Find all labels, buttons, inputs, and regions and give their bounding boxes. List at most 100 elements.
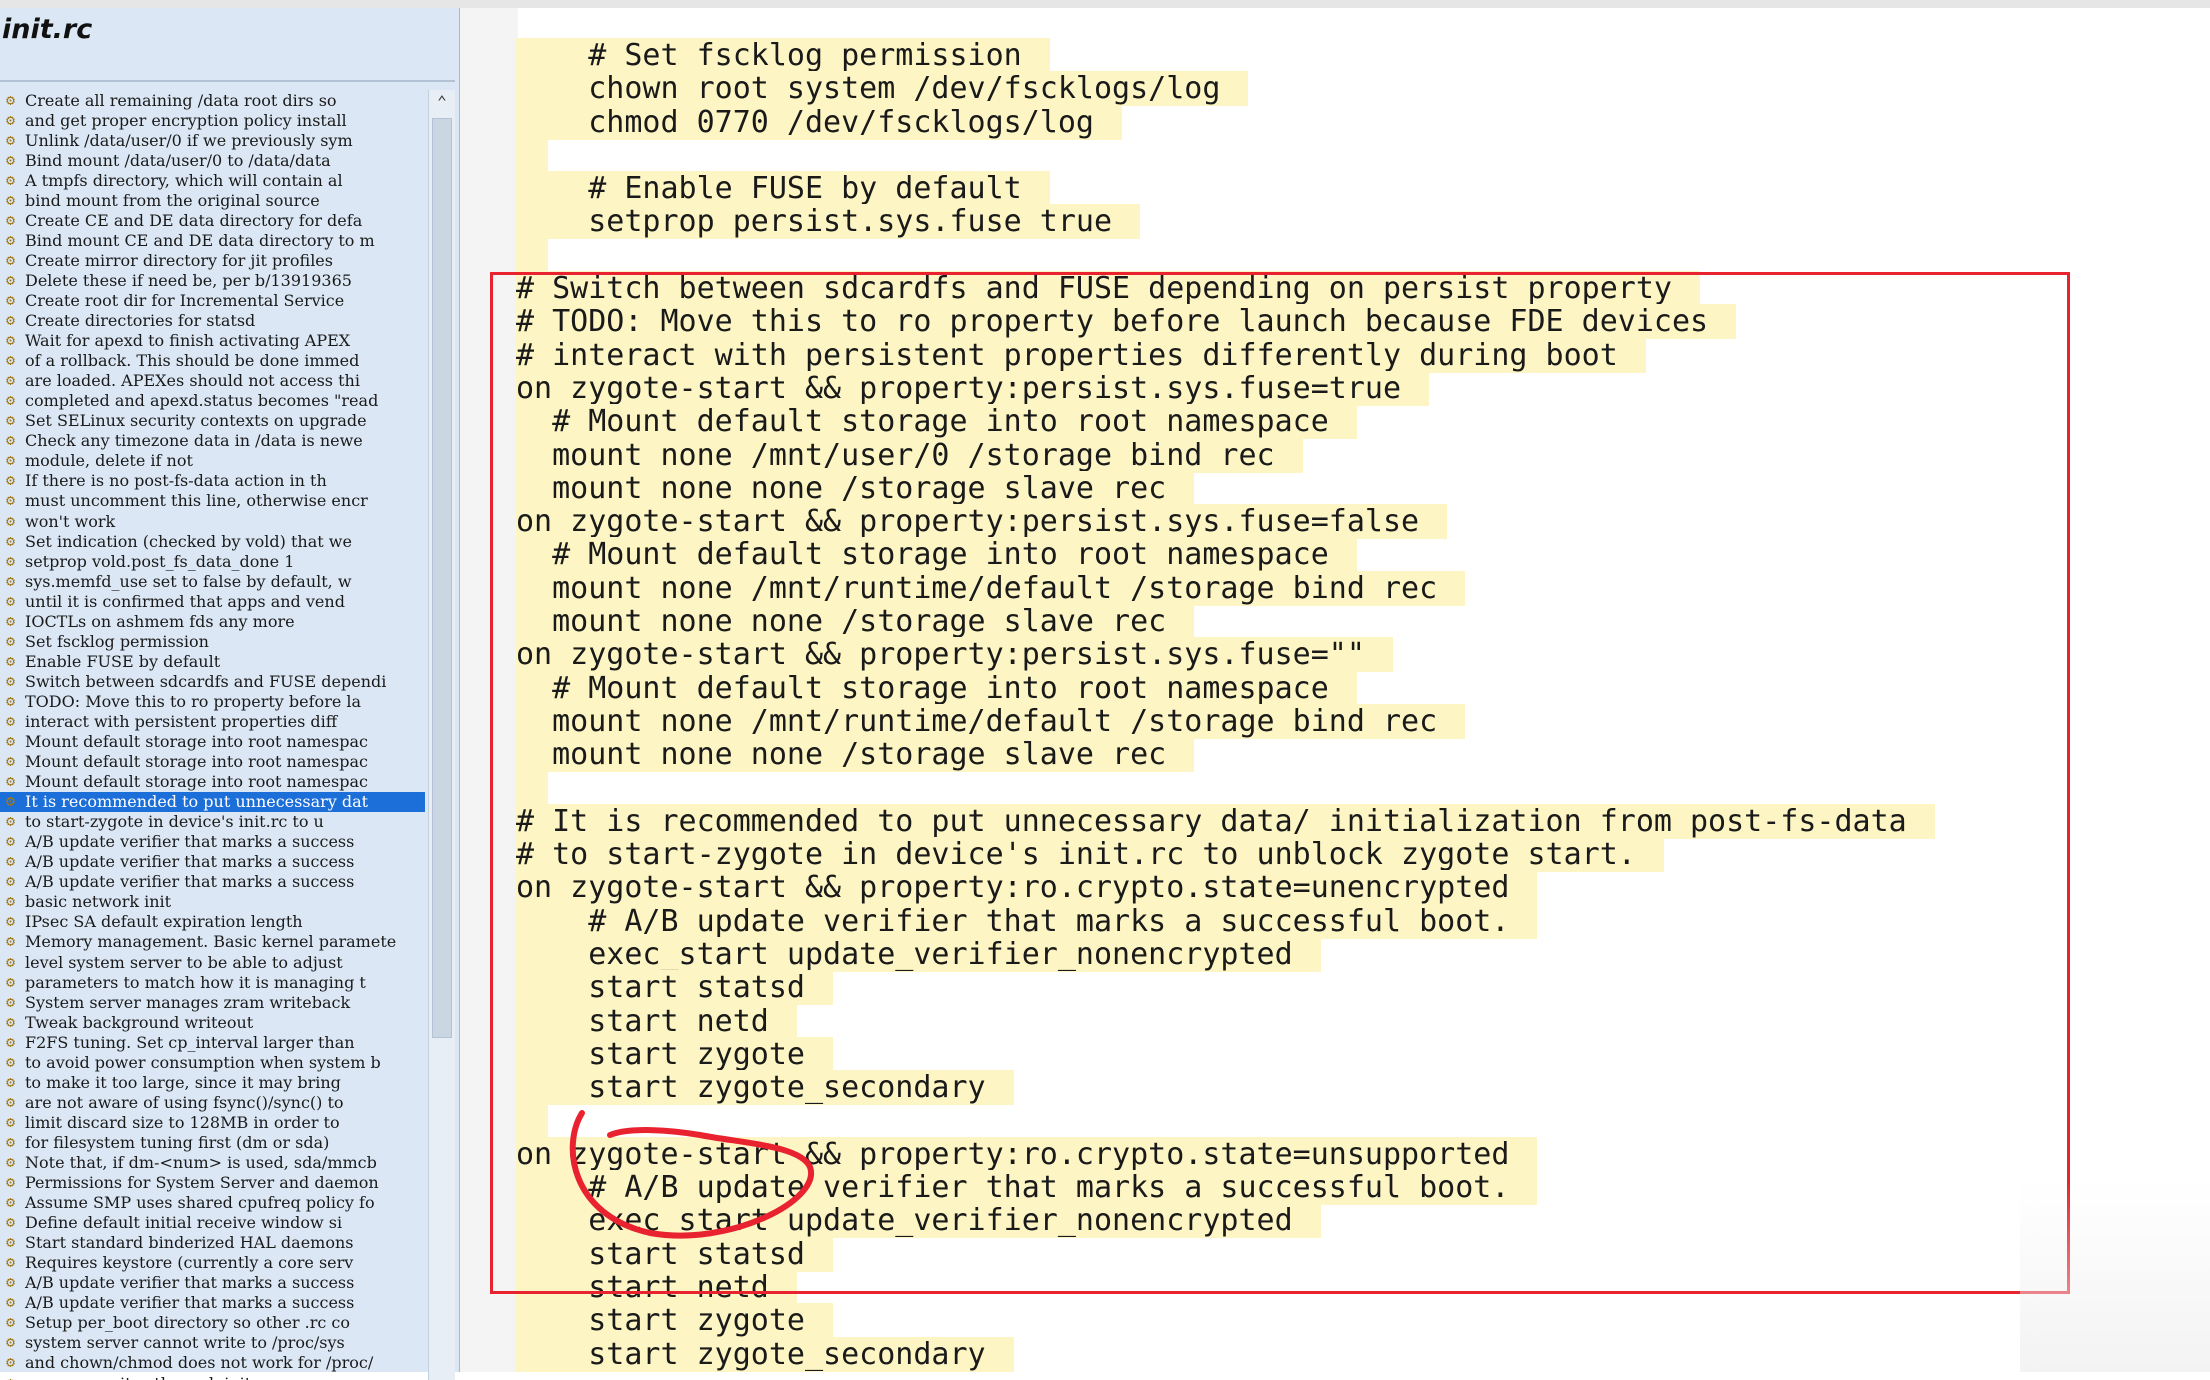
outline-item[interactable]: ⚙ limit discard size to 128MB in order to xyxy=(0,1112,425,1132)
outline-item[interactable]: ⚙ TODO: Move this to ro property before l… xyxy=(0,691,425,711)
code-line[interactable] xyxy=(516,238,2210,273)
code-line[interactable]: # Enable FUSE by default xyxy=(516,171,2210,207)
outline-item[interactable]: ⚙ to start-zygote in device's init.rc to … xyxy=(0,812,425,832)
gear-icon: ⚙ xyxy=(5,110,16,129)
outline-item-label: sys.memfd_use set to false by default, w xyxy=(25,571,352,591)
outline-item[interactable]: ⚙ Set fscklog permission xyxy=(0,631,425,651)
code-line[interactable]: chown root system /dev/fscklogs/log xyxy=(516,71,2210,107)
outline-item[interactable]: ⚙ A/B update verifier that marks a succes… xyxy=(0,1273,425,1293)
outline-item-label: Enable FUSE by default xyxy=(25,651,221,671)
outline-scrollbar[interactable]: ⌃ xyxy=(428,90,455,1380)
outline-item[interactable]: ⚙ Set indication (checked by vold) that w… xyxy=(0,531,425,551)
outline-item[interactable]: ⚙ If there is no post-fs-data action in t… xyxy=(0,471,425,491)
outline-item[interactable]: ⚙ IPsec SA default expiration length xyxy=(0,912,425,932)
gear-icon: ⚙ xyxy=(5,972,16,991)
code-line[interactable] xyxy=(516,138,2210,173)
code-line[interactable]: chmod 0770 /dev/fscklogs/log xyxy=(516,104,2210,140)
outline-item[interactable]: ⚙ Memory management. Basic kernel paramet… xyxy=(0,932,425,952)
outline-item[interactable]: ⚙ Delete these if need be, per b/13919365 xyxy=(0,270,425,290)
gear-icon: ⚙ xyxy=(5,290,16,309)
outline-item[interactable]: ⚙ to make it too large, since it may brin… xyxy=(0,1072,425,1092)
gear-icon: ⚙ xyxy=(5,1052,16,1071)
outline-item[interactable]: ⚙ Start standard binderized HAL daemons xyxy=(0,1233,425,1253)
outline-item[interactable]: ⚙ to avoid power consumption when system … xyxy=(0,1052,425,1072)
outline-item[interactable]: ⚙ for filesystem tuning first (dm or sda) xyxy=(0,1132,425,1152)
outline-item-label: Requires keystore (currently a core serv xyxy=(25,1253,354,1273)
outline-item[interactable]: ⚙ Bind mount /data/user/0 to /data/data xyxy=(0,150,425,170)
outline-item[interactable]: ⚙ Mount default storage into root namespa… xyxy=(0,772,425,792)
outline-item[interactable]: ⚙ A/B update verifier that marks a succes… xyxy=(0,852,425,872)
outline-item[interactable]: ⚙ level system server to be able to adjus… xyxy=(0,952,425,972)
outline-item[interactable]: ⚙ Tweak background writeout xyxy=(0,1012,425,1032)
outline-item[interactable]: ⚙ are loaded. APEXes should not access th… xyxy=(0,371,425,391)
code-line-text: start zygote xyxy=(516,1303,833,1339)
annotation-circle xyxy=(569,1110,815,1239)
outline-item[interactable]: ⚙ Unlink /data/user/0 if we previously sy… xyxy=(0,130,425,150)
outline-item[interactable]: ⚙ won't work xyxy=(0,511,425,531)
outline-item[interactable]: ⚙ interact with persistent properties dif… xyxy=(0,711,425,731)
outline-item-label: must uncomment this line, otherwise encr xyxy=(25,491,368,511)
outline-item-label: A tmpfs directory, which will contain al xyxy=(25,170,343,190)
gear-icon: ⚙ xyxy=(5,752,16,771)
outline-item[interactable]: ⚙ Enable FUSE by default xyxy=(0,651,425,671)
outline-item-label: system server cannot write to /proc/sys xyxy=(25,1333,345,1353)
outline-item[interactable]: ⚙ module, delete if not xyxy=(0,451,425,471)
gear-icon: ⚙ xyxy=(5,1153,16,1171)
outline-item[interactable]: ⚙ F2FS tuning. Set cp_interval larger tha… xyxy=(0,1032,425,1052)
chevron-up-icon[interactable]: ⌃ xyxy=(429,90,455,114)
outline-item[interactable]: ⚙ A/B update verifier that marks a succes… xyxy=(0,832,425,852)
outline-item[interactable]: ⚙ until it is confirmed that apps and ven… xyxy=(0,591,425,611)
outline-item[interactable]: ⚙ Mount default storage into root namespa… xyxy=(0,752,425,772)
outline-item[interactable]: ⚙ are not aware of using fsync()/sync() t… xyxy=(0,1092,425,1112)
outline-item[interactable]: ⚙ sys.memfd_use set to false by default, … xyxy=(0,571,425,591)
outline-item[interactable]: ⚙ A/B update verifier that marks a succes… xyxy=(0,872,425,892)
gear-icon: ⚙ xyxy=(5,431,16,450)
outline-item[interactable]: ⚙ and get proper encryption policy instal… xyxy=(0,110,425,130)
outline-item[interactable]: ⚙ parameters to match how it is managing … xyxy=(0,972,425,992)
outline-item-label: to make it too large, since it may bring xyxy=(25,1072,341,1092)
outline-item[interactable]: ⚙ Permissions for System Server and daemo… xyxy=(0,1173,425,1193)
outline-item[interactable]: ⚙ Setup per_boot directory so other .rc c… xyxy=(0,1313,425,1333)
gear-icon: ⚙ xyxy=(5,1132,16,1151)
outline-item[interactable]: ⚙ and chown/chmod does not work for /proc… xyxy=(0,1353,425,1373)
outline-item[interactable]: ⚙ of a rollback. This should be done imme… xyxy=(0,351,425,371)
outline-item[interactable]: ⚙ Create CE and DE data directory for def… xyxy=(0,210,425,230)
outline-item[interactable]: ⚙ completed and apexd.status becomes "rea… xyxy=(0,391,425,411)
outline-item[interactable]: ⚙ so proxy writes through init xyxy=(0,1373,425,1380)
outline-item[interactable]: ⚙ Wait for apexd to finish activating APE… xyxy=(0,331,425,351)
outline-item[interactable]: ⚙ Mount default storage into root namespa… xyxy=(0,732,425,752)
outline-item[interactable]: ⚙ A tmpfs directory, which will contain a… xyxy=(0,170,425,190)
outline-item-label: and get proper encryption policy install xyxy=(25,110,347,130)
outline-item[interactable]: ⚙ Assume SMP uses shared cpufreq policy f… xyxy=(0,1193,425,1213)
code-line[interactable]: setprop persist.sys.fuse true xyxy=(516,204,2210,240)
outline-item[interactable]: ⚙ Define default initial receive window s… xyxy=(0,1213,425,1233)
code-line[interactable]: start zygote xyxy=(516,1303,2210,1339)
gear-icon: ⚙ xyxy=(5,792,16,811)
outline-item[interactable]: ⚙ system server cannot write to /proc/sys xyxy=(0,1333,425,1353)
outline-item[interactable]: ⚙ System server manages zram writeback xyxy=(0,992,425,1012)
outline-item[interactable]: ⚙ Create root dir for Incremental Service xyxy=(0,290,425,310)
outline-item[interactable]: ⚙ IOCTLs on ashmem fds any more xyxy=(0,611,425,631)
scrollbar-thumb[interactable] xyxy=(432,118,452,1038)
outline-item[interactable]: ⚙ Create all remaining /data root dirs so xyxy=(0,90,425,110)
outline-item[interactable]: ⚙ Switch between sdcardfs and FUSE depend… xyxy=(0,671,425,691)
outline-item[interactable]: ⚙ A/B update verifier that marks a succes… xyxy=(0,1293,425,1313)
gear-icon: ⚙ xyxy=(5,391,16,410)
outline-item[interactable]: ⚙ Check any timezone data in /data is new… xyxy=(0,431,425,451)
outline-item-label: setprop vold.post_fs_data_done 1 xyxy=(25,551,295,571)
code-line[interactable]: start zygote_secondary xyxy=(516,1336,2210,1372)
outline-item[interactable]: ⚙ It is recommended to put unnecessary da… xyxy=(0,791,425,812)
outline-item[interactable]: ⚙ Create mirror directory for jit profile… xyxy=(0,250,425,270)
gear-icon: ⚙ xyxy=(2,1374,19,1380)
outline-item[interactable]: ⚙ bind mount from the original source xyxy=(0,190,425,210)
code-line[interactable]: # Set fscklog permission xyxy=(516,38,2210,73)
outline-item[interactable]: ⚙ must uncomment this line, otherwise enc… xyxy=(0,491,425,511)
outline-item[interactable]: ⚙ Set SELinux security contexts on upgrad… xyxy=(0,411,425,431)
outline-item[interactable]: ⚙ basic network init xyxy=(0,892,425,912)
outline-item[interactable]: ⚙ Note that, if dm-<num> is used, sda/mmc… xyxy=(0,1152,425,1172)
code-line-text: setprop persist.sys.fuse true xyxy=(516,204,1141,240)
outline-item[interactable]: ⚙ Bind mount CE and DE data directory to … xyxy=(0,230,425,250)
outline-item[interactable]: ⚙ Create directories for statsd xyxy=(0,311,425,331)
outline-item[interactable]: ⚙ setprop vold.post_fs_data_done 1 xyxy=(0,551,425,571)
outline-item[interactable]: ⚙ Requires keystore (currently a core ser… xyxy=(0,1253,425,1273)
